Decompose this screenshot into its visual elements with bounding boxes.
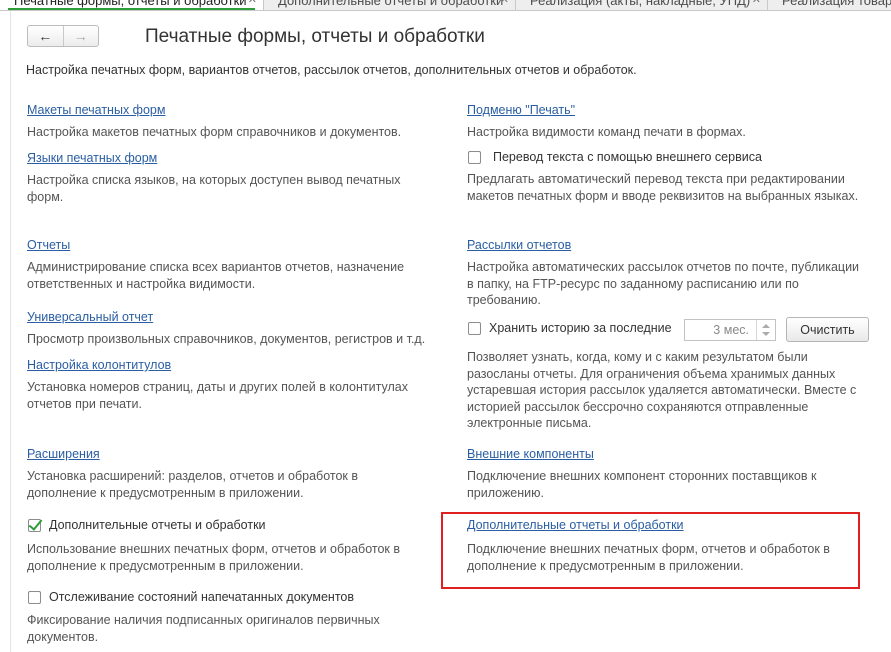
link-print-layouts[interactable]: Макеты печатных форм: [27, 103, 165, 117]
history-label: Хранить историю за последние: [489, 321, 672, 335]
checkbox-icon[interactable]: [28, 590, 41, 604]
tab-label: Реализация (акты, накладные, УПД): [530, 0, 751, 8]
link-report-mailings[interactable]: Рассылки отчетов: [467, 238, 571, 252]
navigation-buttons: ← →: [27, 25, 99, 47]
link-headers-footers[interactable]: Настройка колонтитулов: [27, 358, 171, 372]
external-components-description: Подключение внешних компонент сторонних …: [467, 469, 817, 500]
left-gutter: [10, 11, 11, 652]
chevron-up-icon[interactable]: [762, 324, 770, 328]
report-mailings-description: Настройка автоматических рассылок отчето…: [467, 260, 860, 307]
print-layouts-description: Настройка макетов печатных форм справочн…: [27, 125, 402, 139]
universal-report-description: Просмотр произвольных справочников, доку…: [27, 332, 426, 346]
print-languages-description: Настройка списка языков, на которых дост…: [27, 173, 401, 204]
tracking-label: Отслеживание состояний напечатанных доку…: [49, 590, 354, 604]
additional-reports-label: Дополнительные отчеты и обработки: [49, 518, 266, 532]
page-title: Печатные формы, отчеты и обработки: [145, 26, 485, 47]
close-icon[interactable]: ✕: [500, 0, 509, 10]
checkbox-checked-icon[interactable]: [28, 518, 41, 532]
history-period-value: 3 мес.: [713, 323, 749, 337]
chevron-down-icon[interactable]: [762, 332, 770, 336]
highlight-frame: [441, 512, 860, 589]
history-toggle[interactable]: Хранить историю за последние: [468, 321, 672, 335]
tab-sales[interactable]: Реализация (акты, накладные, УПД) ✕: [516, 0, 768, 10]
tab-label: Дополнительные отчеты и обработки: [278, 0, 504, 8]
link-external-components[interactable]: Внешние компоненты: [467, 447, 594, 461]
history-description: Позволяет узнать, когда, кому и с каким …: [467, 350, 857, 430]
tracking-description: Фиксирование наличия подписанных оригина…: [27, 613, 380, 644]
link-extensions[interactable]: Расширения: [27, 447, 100, 461]
headers-footers-description: Установка номеров страниц, даты и других…: [27, 380, 408, 411]
print-submenu-description: Настройка видимости команд печати в форм…: [467, 125, 746, 139]
tab-strip: Печатные формы, отчеты и обработки ✕ Доп…: [0, 0, 891, 11]
extensions-description: Установка расширений: разделов, отчетов …: [27, 469, 358, 500]
checkbox-icon[interactable]: [468, 150, 481, 164]
additional-reports-description: Использование внешних печатных форм, отч…: [27, 542, 401, 573]
checkbox-icon[interactable]: [468, 321, 481, 335]
history-period-stepper[interactable]: 3 мес.: [684, 319, 776, 341]
link-reports[interactable]: Отчеты: [27, 238, 70, 252]
tab-print-forms[interactable]: Печатные формы, отчеты и обработки ✕: [0, 0, 264, 10]
back-arrow-icon[interactable]: ←: [28, 26, 64, 46]
tracking-toggle[interactable]: Отслеживание состояний напечатанных доку…: [28, 590, 354, 604]
tab-label: Печатные формы, отчеты и обработки: [14, 0, 247, 8]
stepper-arrows: [756, 320, 775, 340]
translation-description: Предлагать автоматический перевод текста…: [467, 172, 859, 203]
page-subtitle: Настройка печатных форм, вариантов отчет…: [26, 63, 637, 77]
tab-label: Реализация товаров: [782, 0, 891, 8]
tab-sales-goods[interactable]: Реализация товаров: [768, 0, 891, 10]
link-universal-report[interactable]: Универсальный отчет: [27, 310, 153, 324]
forward-arrow-icon[interactable]: →: [64, 26, 99, 46]
tab-additional-reports[interactable]: Дополнительные отчеты и обработки ✕: [264, 0, 516, 10]
link-print-submenu[interactable]: Подменю "Печать": [467, 103, 575, 117]
close-icon[interactable]: ✕: [752, 0, 761, 10]
translation-toggle[interactable]: Перевод текста с помощью внешнего сервис…: [468, 150, 762, 164]
reports-description: Администрирование списка всех вариантов …: [27, 260, 405, 291]
clear-history-button[interactable]: Очистить: [786, 317, 869, 342]
close-icon[interactable]: ✕: [248, 0, 257, 10]
translation-label: Перевод текста с помощью внешнего сервис…: [493, 150, 762, 164]
additional-reports-toggle[interactable]: Дополнительные отчеты и обработки: [28, 518, 266, 532]
link-print-languages[interactable]: Языки печатных форм: [27, 151, 157, 165]
